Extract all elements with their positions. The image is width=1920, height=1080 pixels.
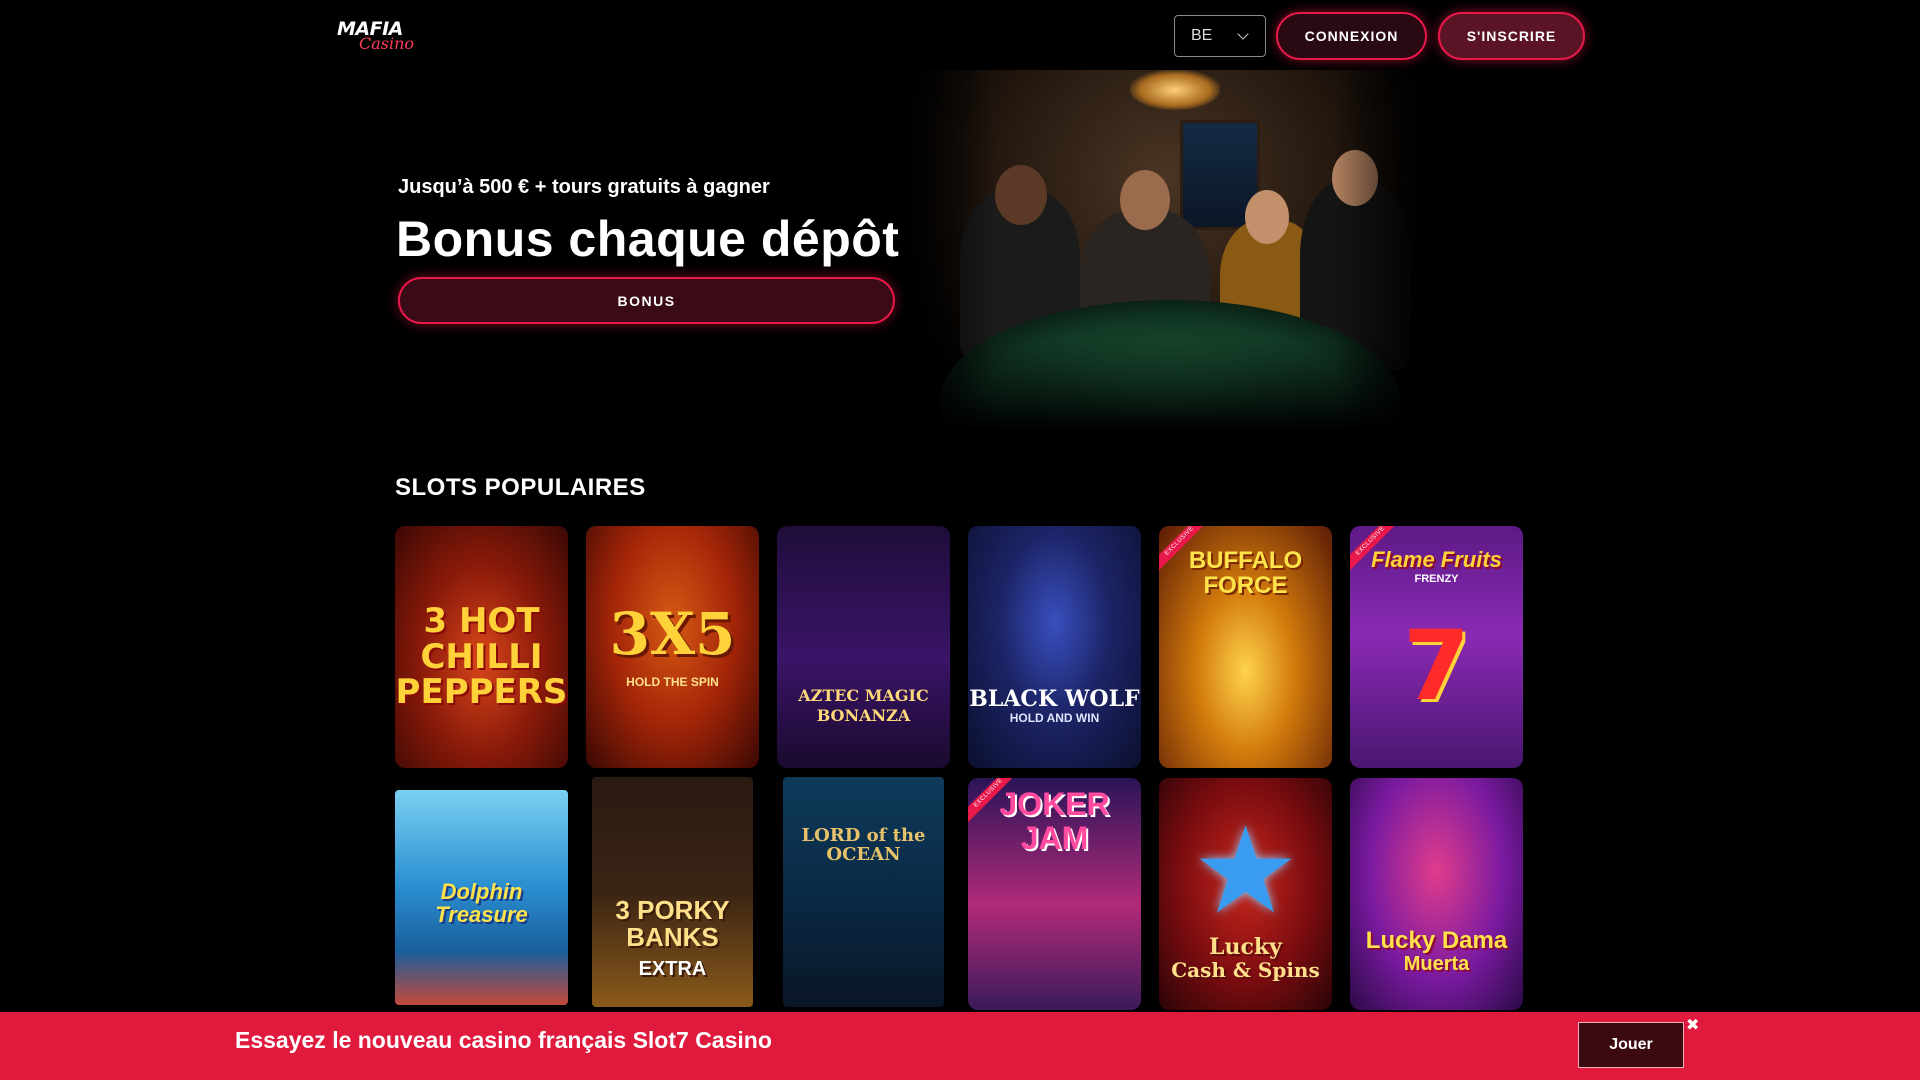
star-symbol-icon: ★ bbox=[1191, 804, 1300, 938]
play-button[interactable]: Jouer bbox=[1578, 1022, 1684, 1068]
game-tile[interactable]: AZTEC MAGIC BONANZA bbox=[777, 526, 950, 768]
hero-image-fade bbox=[900, 70, 1430, 430]
game-title: LORD of the OCEAN bbox=[801, 825, 926, 865]
game-subtitle: BONANZA bbox=[816, 706, 911, 725]
game-subtitle: FRENZY bbox=[1414, 573, 1459, 585]
game-title: BLACK WOLF bbox=[969, 686, 1140, 712]
game-tile[interactable]: 3X5 HOLD THE SPIN bbox=[586, 526, 759, 768]
signup-button[interactable]: S'INSCRIRE bbox=[1438, 12, 1585, 60]
bonus-button[interactable]: BONUS bbox=[398, 277, 895, 324]
chevron-down-icon bbox=[1237, 28, 1249, 40]
hero-title: Bonus chaque dépôt bbox=[396, 211, 900, 267]
game-tile[interactable]: EXCLUSIVE JOKER JAM bbox=[968, 778, 1141, 1010]
game-subtitle: HOLD THE SPIN bbox=[626, 675, 719, 689]
game-title: Lucky bbox=[1209, 934, 1282, 960]
site-logo[interactable]: MAFIA Casino bbox=[337, 18, 419, 54]
hero-banner-image bbox=[900, 70, 1430, 430]
game-title: 3 HOT CHILLI PEPPERS bbox=[395, 601, 568, 713]
game-subtitle: HOLD AND WIN bbox=[1009, 711, 1100, 725]
game-tile[interactable]: Lucky Dama Muerta bbox=[1350, 778, 1523, 1010]
game-tile[interactable]: 3 HOT CHILLI PEPPERS bbox=[395, 526, 568, 768]
game-tile[interactable]: Dolphin Treasure bbox=[395, 790, 568, 1005]
game-title: Dolphin Treasure bbox=[435, 879, 528, 928]
game-tile[interactable]: EXCLUSIVE Flame Fruits FRENZY 7 bbox=[1350, 526, 1523, 768]
game-title: Flame Fruits bbox=[1371, 547, 1502, 572]
game-tile[interactable]: ★ Lucky Cash & Spins bbox=[1159, 778, 1332, 1010]
game-title: AZTEC MAGIC bbox=[798, 686, 929, 705]
seven-symbol-icon: 7 bbox=[1403, 610, 1470, 722]
game-tile[interactable]: BLACK WOLF HOLD AND WIN bbox=[968, 526, 1141, 768]
game-subtitle: EXTRA bbox=[638, 958, 707, 980]
game-subtitle: Muerta bbox=[1403, 953, 1470, 975]
logo-text-script: Casino bbox=[359, 34, 415, 53]
game-title: 3 PORKY BANKS bbox=[615, 895, 730, 953]
game-tile[interactable]: LORD of the OCEAN bbox=[783, 777, 944, 1007]
game-tile[interactable]: 3 PORKY BANKS EXTRA bbox=[592, 777, 753, 1007]
game-title: 3X5 bbox=[609, 600, 736, 668]
game-tile[interactable]: EXCLUSIVE BUFFALO FORCE bbox=[1159, 526, 1332, 768]
top-header: MAFIA Casino BE CONNEXION S'INSCRIRE bbox=[0, 0, 1920, 70]
promo-text: Essayez le nouveau casino français Slot7… bbox=[235, 1027, 772, 1053]
language-select-value: BE bbox=[1191, 27, 1213, 44]
game-title: Lucky Dama bbox=[1365, 927, 1508, 954]
game-title: BUFFALO FORCE bbox=[1188, 547, 1303, 600]
hero-subtitle: Jusqu’à 500 € + tours gratuits à gagner bbox=[398, 176, 770, 198]
section-title: SLOTS POPULAIRES bbox=[395, 474, 646, 501]
game-subtitle: Cash & Spins bbox=[1171, 958, 1320, 982]
game-title: JOKER JAM bbox=[999, 786, 1110, 856]
language-select[interactable]: BE bbox=[1174, 15, 1266, 57]
close-icon[interactable]: ✖ bbox=[1686, 1015, 1699, 1035]
login-button[interactable]: CONNEXION bbox=[1276, 12, 1427, 60]
